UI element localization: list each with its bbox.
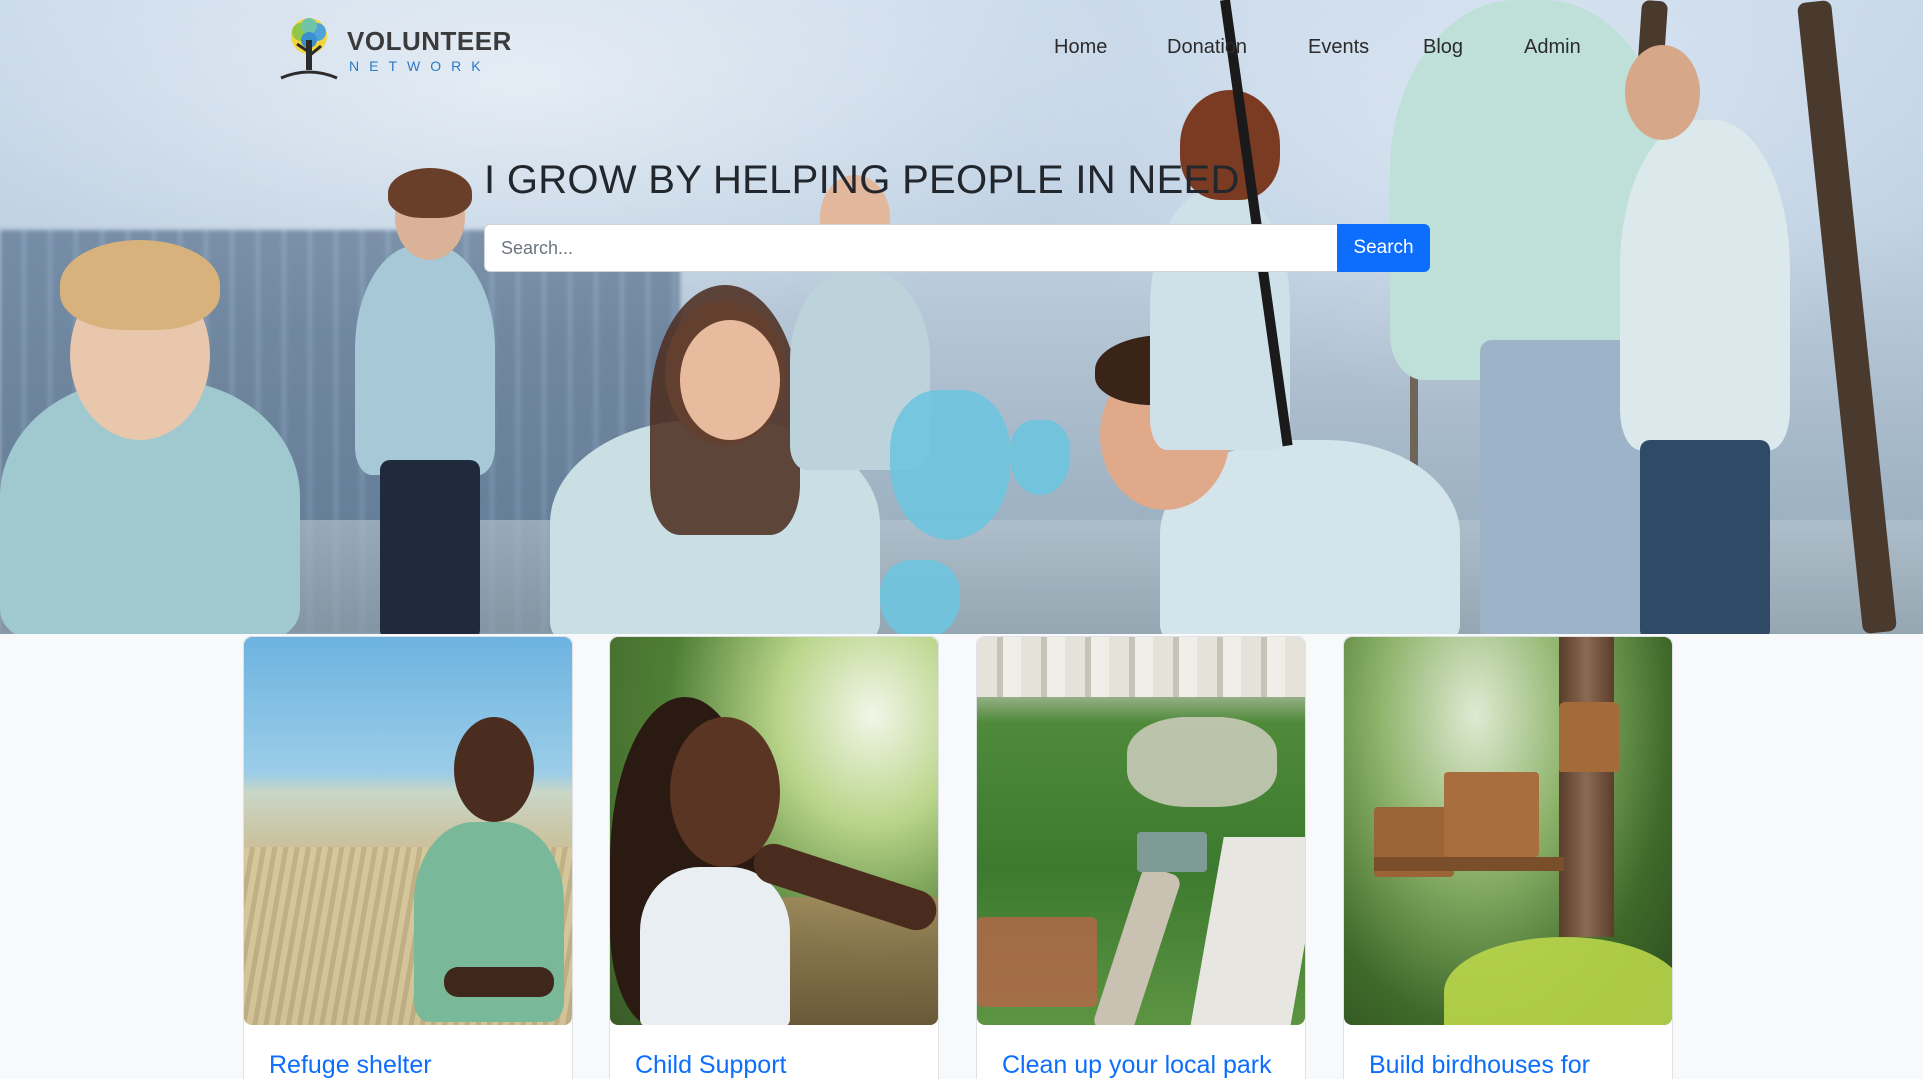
project-card[interactable]: Clean up your local park: [976, 636, 1306, 1079]
nav-admin-link[interactable]: Admin: [1524, 36, 1581, 59]
building-right: [1190, 837, 1305, 1025]
birdhouse-top: [1559, 702, 1619, 772]
foreground-leaves: [1444, 937, 1672, 1025]
brand-logo[interactable]: VOLUNTEER NETWORK: [279, 14, 512, 82]
card-title[interactable]: Build birdhouses for: [1369, 1051, 1590, 1079]
search-input[interactable]: [484, 224, 1337, 272]
search-button[interactable]: Search: [1337, 224, 1430, 272]
city-park-aerial-photo: [977, 637, 1305, 1025]
nav-home-link[interactable]: Home: [1054, 36, 1107, 59]
search-form: Search: [484, 224, 1430, 272]
volunteer-hair: [388, 168, 472, 218]
boy-head: [454, 717, 534, 822]
trash-bag: [890, 390, 1010, 540]
birdhouse-middle: [1444, 772, 1539, 857]
navbar: VOLUNTEER NETWORK Home Donation Events B…: [0, 0, 1923, 100]
volunteer-figure: [380, 460, 480, 634]
trash-bag: [1010, 420, 1070, 495]
nav-events-link[interactable]: Events: [1308, 36, 1369, 59]
tree-logo-icon: [280, 18, 338, 80]
project-cards: Refuge shelter Child Support Clean up yo…: [0, 634, 1923, 1079]
card-title[interactable]: Clean up your local park: [1002, 1051, 1272, 1079]
project-card[interactable]: Child Support: [609, 636, 939, 1079]
hero-headline: I GROW BY HELPING PEOPLE IN NEED: [484, 158, 1240, 202]
boy-arms: [444, 967, 554, 997]
girl-smiling-photo: [610, 637, 938, 1025]
brand-title: VOLUNTEER: [347, 26, 512, 56]
girl-face: [670, 717, 780, 867]
girl-top: [640, 867, 790, 1025]
card-title[interactable]: Child Support: [635, 1051, 786, 1079]
volunteer-figure: [1620, 120, 1790, 450]
tree-trunk: [1559, 637, 1614, 937]
boy-in-field-photo: [244, 637, 572, 1025]
project-card[interactable]: Refuge shelter: [243, 636, 573, 1079]
trash-bag: [880, 560, 960, 634]
volunteer-figure: [1640, 440, 1770, 634]
birdhouse-platform: [1374, 857, 1564, 871]
card-title[interactable]: Refuge shelter: [269, 1051, 432, 1079]
playground: [977, 917, 1097, 1007]
brand-subtitle: NETWORK: [349, 58, 491, 74]
nav-blog-link[interactable]: Blog: [1423, 36, 1463, 59]
birdhouses-on-tree-photo: [1344, 637, 1672, 1025]
park-pavilion: [1137, 832, 1207, 872]
park-path: [1091, 864, 1183, 1025]
volunteer-figure: [355, 245, 495, 475]
nav-donation-link[interactable]: Donation: [1167, 36, 1247, 59]
volunteer-hair: [60, 240, 220, 330]
volunteer-face: [680, 320, 780, 440]
park-lawn: [1127, 717, 1277, 807]
project-card[interactable]: Build birdhouses for: [1343, 636, 1673, 1079]
buildings-skyline: [977, 637, 1305, 697]
